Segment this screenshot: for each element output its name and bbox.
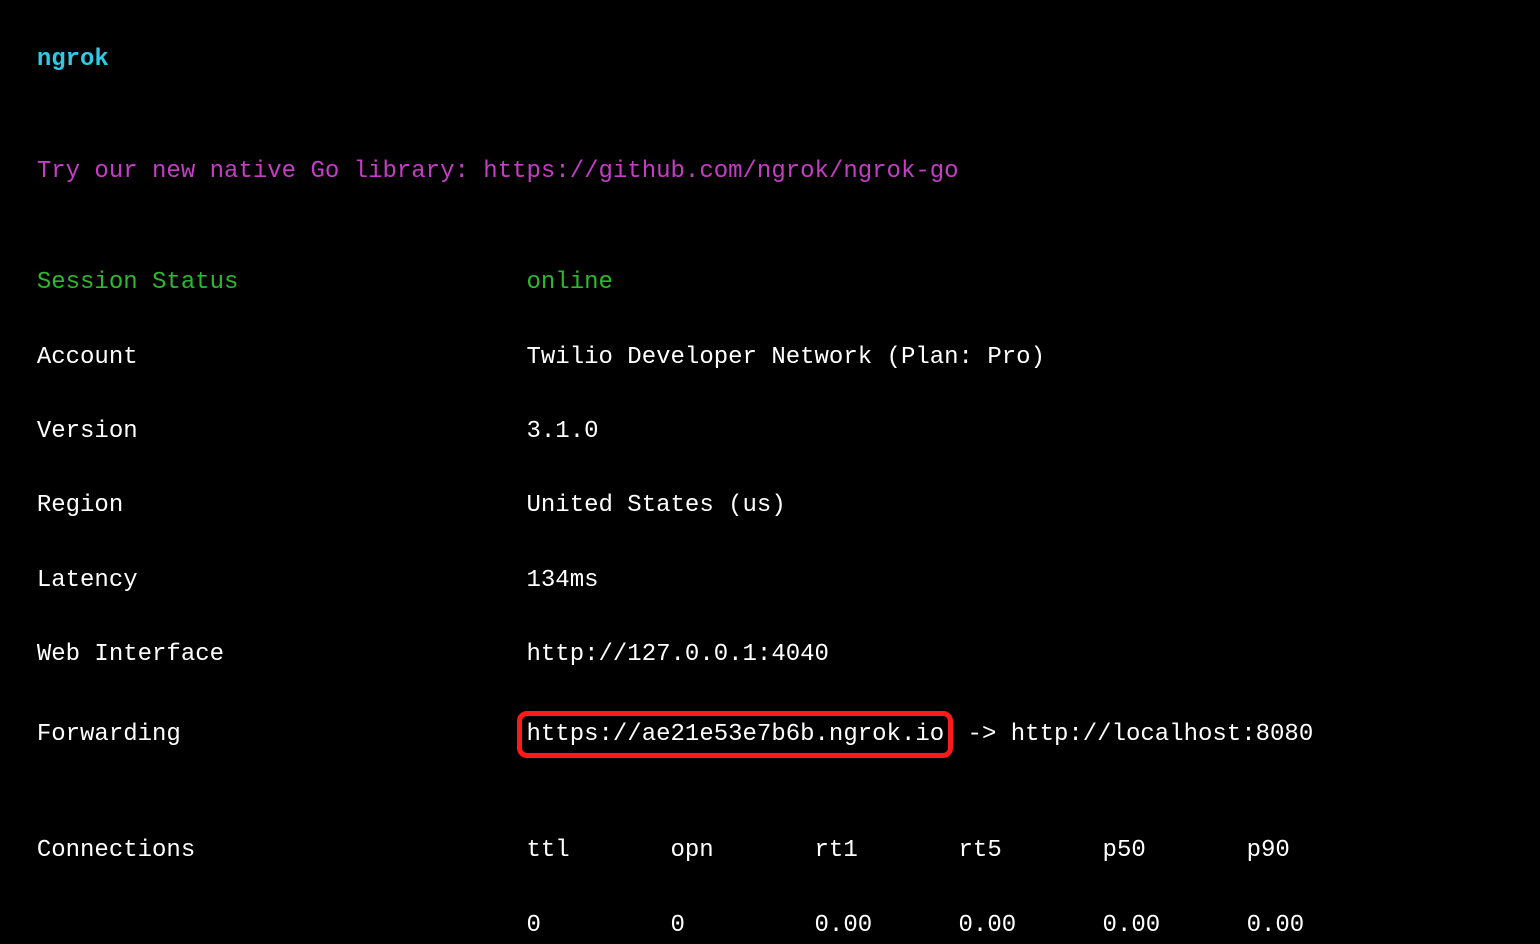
connections-values-indent	[37, 907, 527, 944]
forwarding-target: http://localhost:8080	[1011, 721, 1313, 748]
spacer	[8, 190, 1532, 227]
connections-label: Connections	[37, 832, 527, 869]
connections-value-rt1: 0.00	[815, 907, 959, 944]
spacer	[8, 78, 1532, 115]
forwarding-arrow: ->	[953, 721, 1011, 748]
region-value: United States (us)	[526, 492, 785, 519]
connections-header-rt5: rt5	[959, 832, 1103, 869]
account-label: Account	[37, 339, 527, 376]
connections-header-ttl: ttl	[526, 832, 670, 869]
connections-value-p50: 0.00	[1103, 907, 1247, 944]
connections-header-rt1: rt1	[815, 832, 959, 869]
session-status-label: Session Status	[37, 264, 527, 301]
latency-label: Latency	[37, 562, 527, 599]
session-status-value: online	[526, 269, 612, 296]
connections-value-p90: 0.00	[1247, 907, 1391, 944]
spacer	[8, 758, 1532, 795]
connections-value-opn: 0	[671, 907, 815, 944]
region-label: Region	[37, 487, 527, 524]
app-title: ngrok	[37, 46, 109, 73]
version-label: Version	[37, 413, 527, 450]
promo-message: Try our new native Go library: https://g…	[37, 158, 959, 185]
latency-value: 134ms	[526, 567, 598, 594]
connections-value-rt5: 0.00	[959, 907, 1103, 944]
connections-value-ttl: 0	[526, 907, 670, 944]
connections-header-p90: p90	[1247, 832, 1391, 869]
version-value: 3.1.0	[526, 418, 598, 445]
forwarding-label: Forwarding	[37, 716, 527, 753]
account-value: Twilio Developer Network (Plan: Pro)	[526, 344, 1044, 371]
connections-header-opn: opn	[671, 832, 815, 869]
forwarding-url-highlight[interactable]: https://ae21e53e7b6b.ngrok.io	[517, 711, 953, 758]
connections-header-p50: p50	[1103, 832, 1247, 869]
web-interface-value[interactable]: http://127.0.0.1:4040	[526, 641, 828, 668]
